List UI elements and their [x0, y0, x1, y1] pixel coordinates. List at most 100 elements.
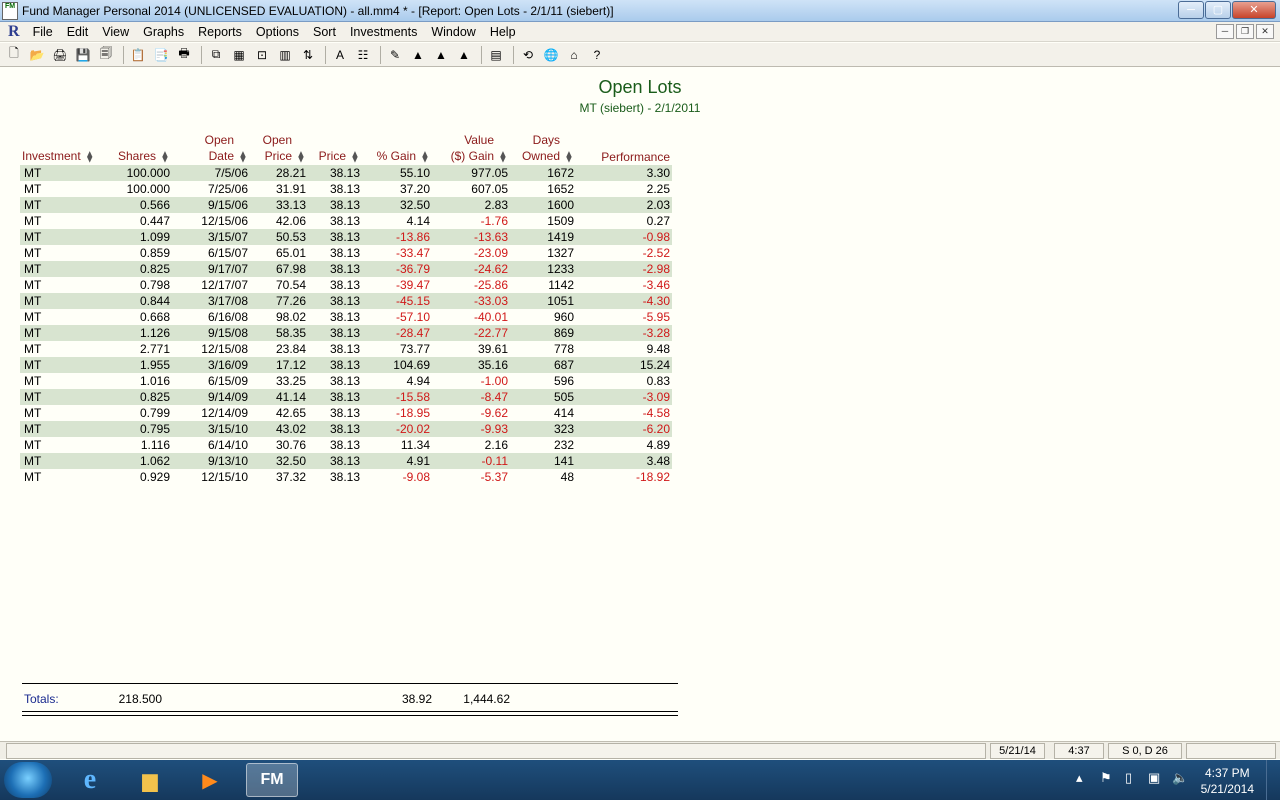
table-cell: 0.795 — [98, 421, 172, 437]
zoom-button[interactable]: ⊡ — [252, 46, 272, 64]
menu-edit[interactable]: Edit — [60, 25, 96, 39]
export-button[interactable]: 📑 — [151, 46, 171, 64]
mdi-close-button[interactable]: ✕ — [1256, 24, 1274, 39]
show-desktop-button[interactable] — [1266, 760, 1280, 800]
table-row[interactable]: MT 0.668 6/16/08 98.02 38.13 -57.10 -40.01 960 -… — [20, 309, 672, 325]
taskbar-app-explorer[interactable]: ▆ — [124, 763, 176, 797]
import-button[interactable]: 📋 — [128, 46, 148, 64]
table-cell: -13.86 — [362, 229, 432, 245]
history-button[interactable]: ▲ — [431, 46, 451, 64]
table-row[interactable]: MT 100.000 7/25/06 31.91 38.13 37.20 607.05 165… — [20, 181, 672, 197]
mdi-restore-button[interactable]: ❐ — [1236, 24, 1254, 39]
column-header[interactable]: Investment ⧫ — [20, 132, 98, 165]
column-resize-handle-icon[interactable]: ⧫ — [498, 149, 508, 165]
columns-button[interactable]: ▥ — [275, 46, 295, 64]
table-row[interactable]: MT 1.116 6/14/10 30.76 38.13 11.34 2.16 232 4.89 — [20, 437, 672, 453]
font-button[interactable]: A — [330, 46, 350, 64]
mdi-minimize-button[interactable]: ─ — [1216, 24, 1234, 39]
table-row[interactable]: MT 1.062 9/13/10 32.50 38.13 4.91 -0.11 141 3.48 — [20, 453, 672, 469]
close-button[interactable]: ✕ — [1232, 1, 1276, 19]
table-row[interactable]: MT 0.825 9/17/07 67.98 38.13 -36.79 -24.62 1233… — [20, 261, 672, 277]
help-button[interactable]: ? — [587, 46, 607, 64]
menu-sort[interactable]: Sort — [306, 25, 343, 39]
menu-window[interactable]: Window — [424, 25, 482, 39]
menu-reports[interactable]: Reports — [191, 25, 249, 39]
table-row[interactable]: MT 0.929 12/15/10 37.32 38.13 -9.08 -5.37 48 -18… — [20, 469, 672, 485]
table-row[interactable]: MT 100.000 7/5/06 28.21 38.13 55.10 977.05 1672… — [20, 165, 672, 181]
toolbar-separator — [481, 45, 482, 64]
column-resize-handle-icon[interactable]: ⧫ — [350, 149, 360, 165]
calculator-button[interactable]: ▤ — [486, 46, 506, 64]
column-header-label: Days Owned — [522, 132, 560, 164]
table-cell: 0.859 — [139, 246, 170, 260]
table-row[interactable]: MT 0.795 3/15/10 43.02 38.13 -20.02 -9.93 323 -6… — [20, 421, 672, 437]
table-row[interactable]: MT 2.771 12/15/08 23.84 38.13 73.77 39.61 778 9.… — [20, 341, 672, 357]
column-resize-handle-icon[interactable]: ⧫ — [296, 149, 306, 165]
table-row[interactable]: MT 0.566 9/15/06 33.13 38.13 32.50 2.83 1600 2.0… — [20, 197, 672, 213]
column-header[interactable]: Open Price ⧫ — [250, 132, 308, 165]
select-columns-button[interactable]: ☷ — [353, 46, 373, 64]
taskbar-clock[interactable]: 4:37 PM 5/21/2014 — [1201, 765, 1254, 797]
print-setup-button[interactable]: 🖨 — [50, 46, 70, 64]
column-resize-handle-icon[interactable]: ⧫ — [420, 149, 430, 165]
network-icon[interactable]: ▣ — [1148, 770, 1160, 786]
save-all-button[interactable]: 🗐 — [96, 46, 116, 64]
column-resize-handle-icon[interactable]: ⧫ — [160, 149, 170, 165]
column-header[interactable]: Shares ⧫ — [98, 132, 172, 165]
table-row[interactable]: MT 0.447 12/15/06 42.06 38.13 4.14 -1.76 1509 0.… — [20, 213, 672, 229]
menu-options[interactable]: Options — [249, 25, 306, 39]
column-resize-handle-icon[interactable]: ⧫ — [85, 149, 95, 165]
table-row[interactable]: MT 0.825 9/14/09 41.14 38.13 -15.58 -8.47 505 -3… — [20, 389, 672, 405]
battery-icon[interactable]: ▯ — [1125, 770, 1132, 786]
report-button[interactable]: ▦ — [229, 46, 249, 64]
status-date: 5/21/14 — [990, 743, 1045, 759]
column-resize-handle-icon[interactable]: ⧫ — [238, 149, 248, 165]
table-row[interactable]: MT 1.126 9/15/08 58.35 38.13 -28.47 -22.77 869-… — [20, 325, 672, 341]
column-header[interactable]: % Gain ⧫ — [362, 132, 432, 165]
sort-button[interactable]: ⇅ — [298, 46, 318, 64]
prices-button[interactable]: ▲ — [408, 46, 428, 64]
web-button[interactable]: 🌐 — [541, 46, 561, 64]
menu-help[interactable]: Help — [483, 25, 523, 39]
column-header[interactable]: Value ($) Gain ⧫ — [432, 132, 510, 165]
menu-view[interactable]: View — [95, 25, 136, 39]
start-button[interactable] — [4, 762, 52, 798]
table-row[interactable]: MT 0.799 12/14/09 42.65 38.13 -18.95 -9.62 414 -… — [20, 405, 672, 421]
menu-graphs[interactable]: Graphs — [136, 25, 191, 39]
save-button[interactable]: 💾 — [73, 46, 93, 64]
table-cell: 6/15/09 — [207, 374, 248, 388]
table-row[interactable]: MT 0.844 3/17/08 77.26 38.13 -45.15 -33.03 1051… — [20, 293, 672, 309]
open-button[interactable]: 📂 — [27, 46, 47, 64]
taskbar-app-media-player[interactable]: ▶ — [184, 763, 236, 797]
home-button[interactable]: ⌂ — [564, 46, 584, 64]
column-header[interactable]: Days Owned ⧫ — [510, 132, 576, 165]
maximize-button[interactable]: ▢ — [1205, 1, 1231, 19]
menu-file[interactable]: File — [26, 25, 60, 39]
copy-button[interactable]: ⧉ — [206, 46, 226, 64]
new-button[interactable]: 🗋 — [4, 46, 24, 64]
menu-investments[interactable]: Investments — [343, 25, 424, 39]
print-button[interactable]: 🖶 — [174, 46, 194, 64]
edit-icon: ✎ — [389, 47, 401, 62]
taskbar-app-ie[interactable]: e — [64, 763, 116, 797]
taskbar-app-fund-manager[interactable]: FM — [246, 763, 298, 797]
table-row[interactable]: MT 0.798 12/17/07 70.54 38.13 -39.47 -25.86 114… — [20, 277, 672, 293]
table-row[interactable]: MT 1.955 3/16/09 17.12 38.13 104.69 35.16 687 15… — [20, 357, 672, 373]
action-center-icon[interactable]: ⚑ — [1100, 770, 1112, 786]
app-icon[interactable]: FM — [2, 1, 18, 20]
column-header[interactable]: Open Date ⧫ — [172, 132, 250, 165]
tray-expand-icon[interactable]: ▴ — [1076, 770, 1083, 786]
minimize-button[interactable]: ─ — [1178, 1, 1204, 19]
table-row[interactable]: MT 1.099 3/15/07 50.53 38.13 -13.86 -13.63 1419… — [20, 229, 672, 245]
column-header[interactable]: Price ⧫ — [308, 132, 362, 165]
volume-icon[interactable]: 🔈 — [1172, 770, 1188, 786]
table-row[interactable]: MT 1.016 6/15/09 33.25 38.13 4.94 -1.00 596 0.83 — [20, 373, 672, 389]
table-row[interactable]: MT 0.859 6/15/07 65.01 38.13 -33.47 -23.09 1327… — [20, 245, 672, 261]
table-cell: 1051 — [510, 293, 576, 309]
document-menu-icon[interactable]: R — [8, 23, 20, 41]
edit-button[interactable]: ✎ — [385, 46, 405, 64]
column-resize-handle-icon[interactable]: ⧫ — [564, 149, 574, 165]
column-header[interactable]: Performance — [576, 132, 672, 165]
refresh-button[interactable]: ⟲ — [518, 46, 538, 64]
transactions-button[interactable]: ▲ — [454, 46, 474, 64]
